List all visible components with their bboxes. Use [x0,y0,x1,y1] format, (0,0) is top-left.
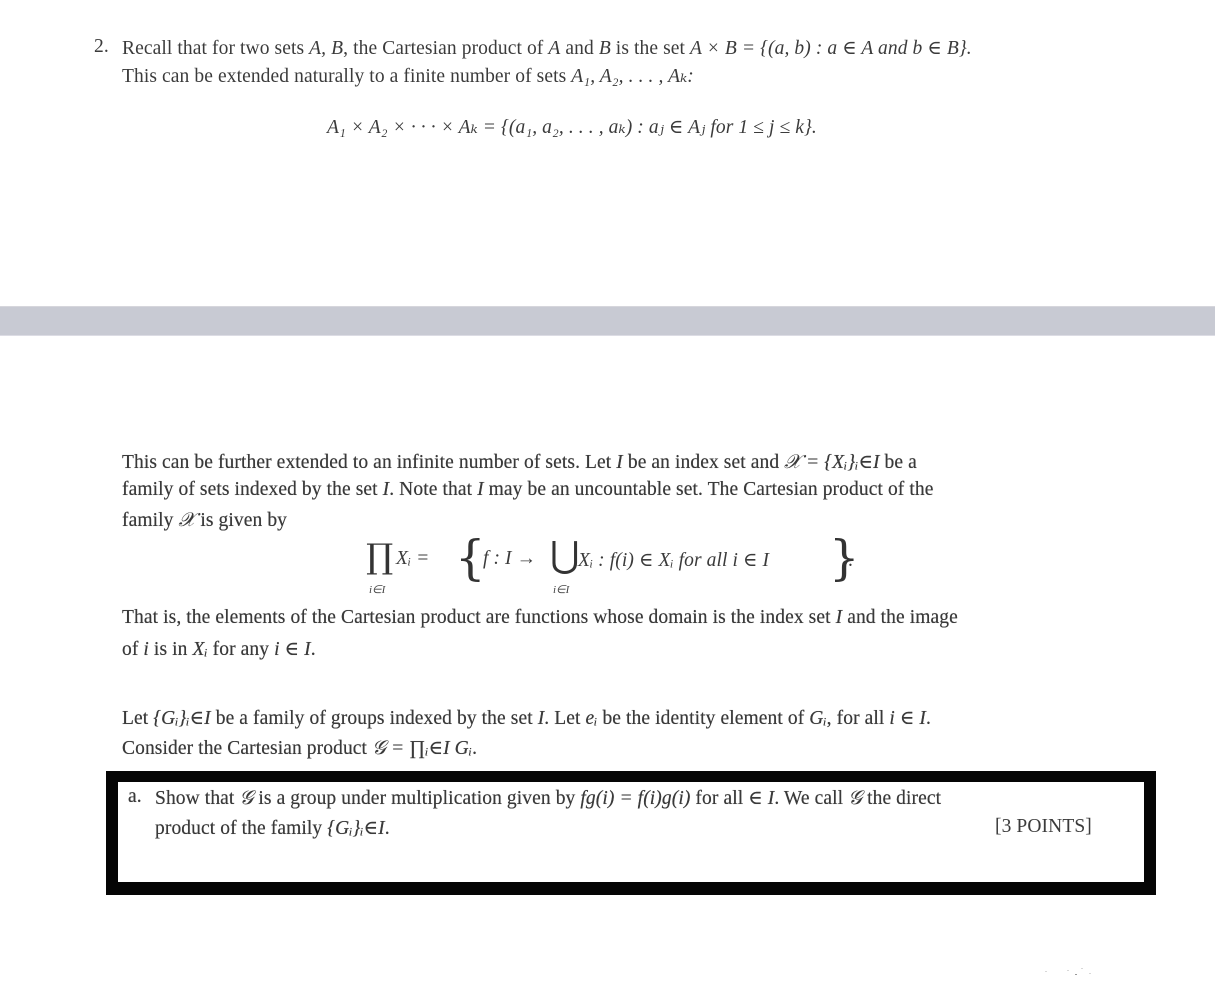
text: be the identity element of [597,708,810,729]
scan-artifact [1045,965,1105,977]
text: the direct [862,788,942,809]
text: product of the family [155,818,328,839]
text: This can be extended naturally to a fini… [122,66,572,87]
text: for all [690,788,749,809]
text: Let [122,708,154,729]
text: be an index set and [622,452,785,473]
math-var: Xᵢ [192,639,208,660]
math-var: eᵢ [585,708,598,729]
math-formula: 𝒢 = ∏ᵢ∈I Gᵢ [372,738,473,759]
formula-period: . [848,550,853,571]
math-var: B [598,38,611,59]
text: is the set [610,38,691,59]
text: This can be further extended to an infin… [122,452,617,473]
text: Consider the Cartesian product [122,738,373,759]
text: is in [148,639,193,660]
text: may be an uncountable set. The Cartesian… [483,479,934,500]
text: . [384,818,390,839]
part-a-line-2: product of the family {Gᵢ}ᵢ∈I. [155,816,390,840]
part-label: a. [128,786,142,807]
text: and [560,38,599,59]
math-formula: {Gᵢ}ᵢ∈I [153,708,211,729]
that-is-line-1: That is, the elements of the Cartesian p… [122,607,958,629]
union-subscript: i∈I [553,584,570,596]
math-vars: A, B [309,38,344,59]
math-formula: fg(i) = f(i)g(i) [580,788,691,809]
infinite-line-3: family 𝒳 is given by [122,509,287,532]
math-formula: ∈ I [748,788,775,809]
lhs: Xᵢ = [396,548,430,569]
groups-line-2: Consider the Cartesian product 𝒢 = ∏ᵢ∈I … [122,736,477,760]
text: . We call [774,788,849,809]
math-formula: 𝒳 = {Xᵢ}ᵢ∈I [784,452,880,473]
math-var: 𝒢 [848,788,863,809]
text: is a group under multiplication given by [253,788,581,809]
text: . [472,738,478,759]
separator-band [0,306,1215,336]
that-is-line-2: of i is in Xᵢ for any i ∈ I. [122,637,316,661]
text: be a family of groups indexed by the set [210,708,538,729]
function-map: f : I → [483,548,537,569]
text: , for all [826,708,890,729]
math-var: 𝒢 [239,788,254,809]
problem-number: 2. [94,36,109,58]
text: and the image [842,607,958,628]
math-formula: i ∈ I [274,639,311,660]
problem-number-text: 2. [94,36,109,57]
text: for any [207,639,275,660]
open-brace: { [455,530,486,586]
text: . Let [544,708,586,729]
product-subscript: i∈I [369,584,386,596]
close-brace: } [829,530,860,586]
math-formula: A₁ × A₂ × · · · × Aₖ = {(a₁, a₂, . . . ,… [327,117,817,138]
text: be a [879,452,917,473]
math-var: I [616,452,623,473]
math-var: A [548,38,561,59]
text: family of sets indexed by the set [122,479,383,500]
text: . [310,639,316,660]
math-formula: {Gᵢ}ᵢ∈I [327,818,385,839]
infinite-line-1: This can be further extended to an infin… [122,450,917,474]
math-formula: A × B = {(a, b) : a ∈ A and b ∈ B}. [690,38,972,59]
text: Recall that for two sets [122,38,310,59]
intro-line-2: This can be extended naturally to a fini… [122,64,694,88]
math-var: 𝒳 [178,510,196,531]
union-symbol: ⋃ [550,535,580,576]
math-formula: i ∈ I [889,708,927,729]
math-vars: A₁, A₂, . . . , Aₖ: [571,66,694,87]
text: of [122,639,144,660]
text: That is, the elements of the Cartesian p… [122,607,836,628]
groups-line-1: Let {Gᵢ}ᵢ∈I be a family of groups indexe… [122,706,931,730]
math-var: Gᵢ [809,708,827,729]
points-label: [3 POINTS] [995,816,1092,838]
math-var: I [477,479,484,500]
intro-line-1: Recall that for two sets A, B, the Carte… [122,36,972,60]
product-symbol: ∏ [366,537,394,577]
part-a-label: a. [128,786,142,808]
text: Show that [155,788,240,809]
points-text: [3 POINTS] [995,816,1092,837]
text: , the Cartesian product of [343,38,549,59]
display-formula-finite-product: A₁ × A₂ × · · · × Aₖ = {(a₁, a₂, . . . ,… [327,115,817,139]
part-a-line-1: Show that 𝒢 is a group under multiplicat… [155,786,941,810]
text: family [122,510,179,531]
text: . Note that [389,479,478,500]
text: is given by [195,510,288,531]
infinite-line-2: family of sets indexed by the set I. Not… [122,479,934,501]
text: . [926,708,931,729]
rhs: Xᵢ : f(i) ∈ Xᵢ for all i ∈ I [578,550,770,571]
